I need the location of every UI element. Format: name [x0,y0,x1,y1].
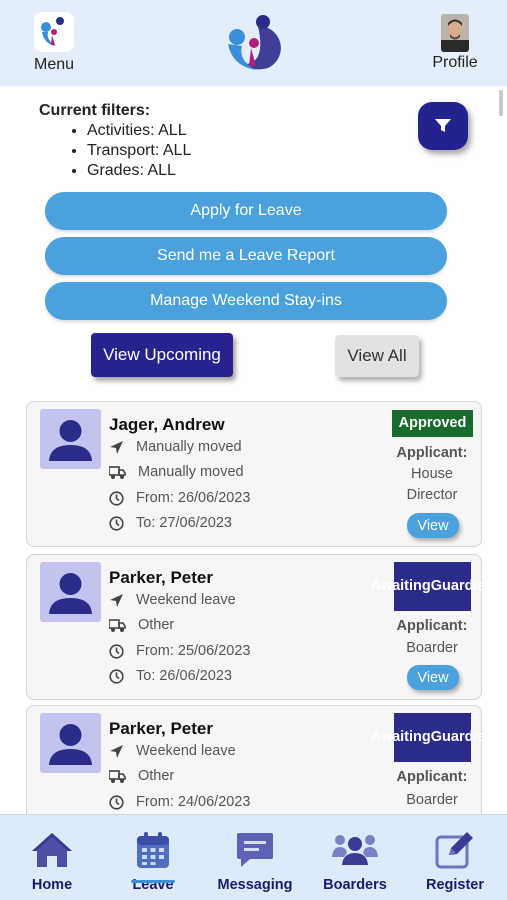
nav-boarders-label: Boarders [323,877,387,893]
transport-row: Manually moved [109,464,244,480]
profile-button[interactable]: Profile [427,14,483,72]
applicant-value-line2: Director [406,487,458,503]
bottom-navigation: Home Leave Messaging Boarders Register [0,814,507,900]
profile-label: Profile [432,54,478,71]
calendar-icon [137,832,169,868]
from-row: From: 24/06/2023 [109,794,250,810]
nav-leave[interactable]: Leave [123,815,183,900]
app-header: Menu Profile [0,0,507,86]
to-row: To: 26/06/2023 [109,668,232,684]
applicant-label: Applicant: [396,769,468,785]
user-avatar-icon [40,409,101,469]
nav-register[interactable]: Register [419,815,491,900]
profile-avatar [441,14,469,52]
filter-icon [435,119,451,132]
destination-row: Weekend leave [109,592,236,608]
scrollbar[interactable] [499,90,503,116]
message-icon [237,833,273,867]
nav-register-label: Register [425,877,485,893]
filter-grades: Grades: ALL [87,161,191,181]
status-badge: Approved [392,410,473,437]
transport-row: Other [109,617,174,633]
nav-messaging[interactable]: Messaging [210,815,300,900]
destination-text: Manually moved [136,439,242,455]
filter-activities: Activities: ALL [87,121,191,141]
clock-icon [109,515,124,531]
applicant-label: Applicant: [396,445,468,461]
boarder-name: Jager, Andrew [109,415,225,434]
menu-label: Menu [33,56,75,73]
view-upcoming-button[interactable]: View Upcoming [91,333,233,377]
transport-row: Other [109,768,174,784]
filter-button[interactable] [418,102,468,150]
to-date: To: 27/06/2023 [136,515,232,531]
filters-title: Current filters: [39,102,151,119]
truck-icon [109,618,126,632]
transport-text: Other [138,617,175,633]
from-date: From: 24/06/2023 [136,794,251,810]
leave-content[interactable]: Current filters: Activities: ALL Transpo… [0,86,507,814]
user-avatar-icon [40,713,101,773]
clock-icon [109,490,124,506]
truck-icon [109,769,126,783]
menu-button[interactable]: Menu [32,12,76,74]
leave-card: Parker, Peter Weekend leave Other From: … [26,554,494,700]
to-row: To: 27/06/2023 [109,515,232,531]
view-all-button[interactable]: View All [335,335,419,377]
user-avatar-icon [40,562,101,622]
from-row: From: 25/06/2023 [109,643,250,659]
nav-boarders[interactable]: Boarders [315,815,395,900]
app-logo-small-icon [34,12,74,52]
view-leave-button[interactable]: View [407,513,459,538]
status-badge: Awaiting Guardian [371,562,494,611]
edit-icon [435,832,473,869]
manage-weekend-stayins-button[interactable]: Manage Weekend Stay-ins [45,282,447,320]
leave-card: Parker, Peter Weekend leave Other From: … [26,705,494,814]
truck-icon [109,465,126,479]
applicant-value-line1: House [411,466,453,482]
apply-for-leave-button[interactable]: Apply for Leave [45,192,447,230]
status-line1: Awaiting [370,578,431,594]
to-date: To: 26/06/2023 [136,668,232,684]
boarder-name: Parker, Peter [109,568,213,587]
leave-card: Jager, Andrew Manually moved Manually mo… [26,401,482,547]
location-arrow-icon [110,440,123,454]
from-date: From: 25/06/2023 [136,643,251,659]
status-line2: Guardian [430,578,495,594]
applicant-value: Boarder [406,792,458,808]
applicant-label: Applicant: [396,618,468,634]
destination-row: Weekend leave [109,743,236,759]
applicant-value: Boarder [406,640,458,656]
nav-home[interactable]: Home [22,815,82,900]
from-row: From: 26/06/2023 [109,490,250,506]
status-line1: Awaiting [370,729,431,745]
clock-icon [109,668,124,684]
from-date: From: 26/06/2023 [136,490,251,506]
home-icon [32,833,72,867]
destination-text: Weekend leave [136,592,236,608]
clock-icon [109,643,124,659]
nav-messaging-label: Messaging [217,877,293,893]
transport-text: Manually moved [138,464,244,480]
destination-text: Weekend leave [136,743,236,759]
nav-home-label: Home [31,877,73,893]
send-leave-report-button[interactable]: Send me a Leave Report [45,237,447,275]
boarder-name: Parker, Peter [109,719,213,738]
app-logo-icon [228,15,288,70]
filter-transport: Transport: ALL [87,141,191,161]
active-tab-indicator [131,880,175,883]
users-icon [332,835,378,865]
location-arrow-icon [110,744,123,758]
transport-text: Other [138,768,175,784]
status-line2: Guardian [430,729,495,745]
destination-row: Manually moved [109,439,242,455]
current-filters: Current filters: Activities: ALL Transpo… [39,102,191,181]
location-arrow-icon [110,593,123,607]
status-badge: Awaiting Guardian [371,713,494,762]
clock-icon [109,794,124,810]
view-leave-button[interactable]: View [407,665,459,690]
